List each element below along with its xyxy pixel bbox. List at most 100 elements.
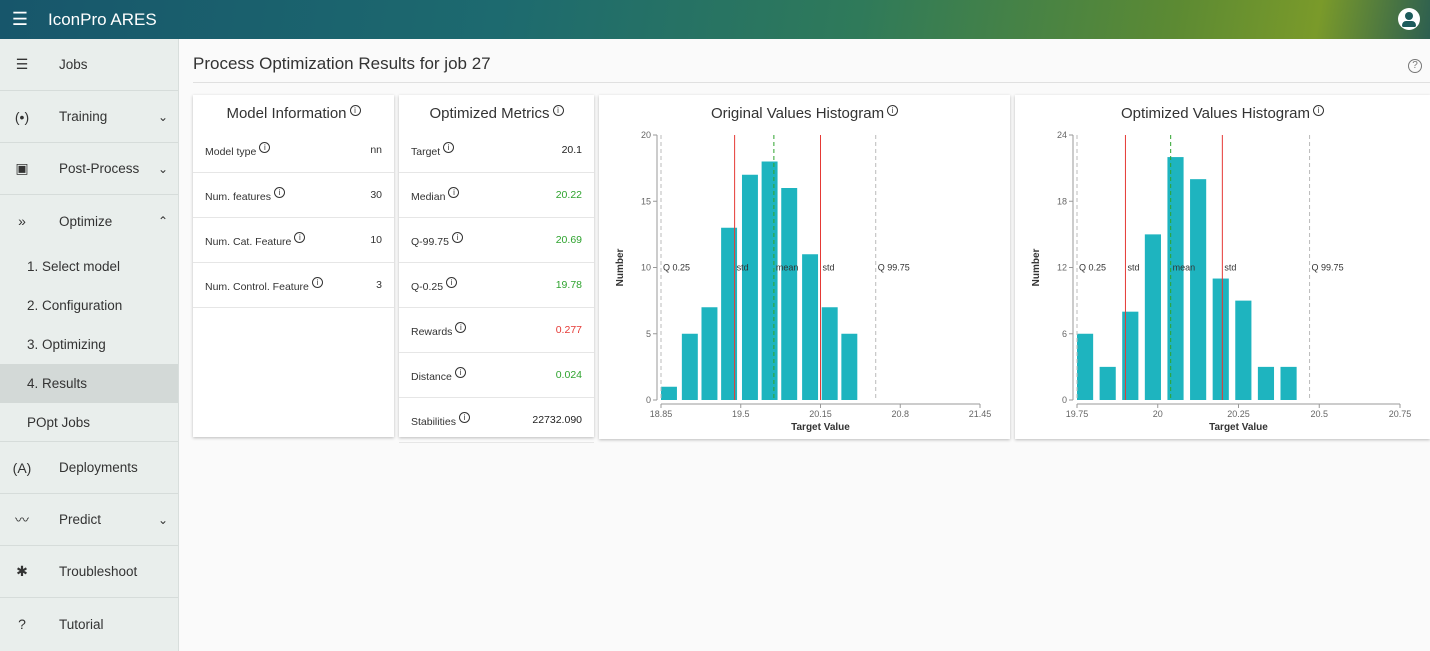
info-row: Median i 20.22 [399, 173, 594, 218]
info-row: Num. features i 30 [193, 173, 394, 218]
chevron-down-icon[interactable]: ⌄ [148, 162, 178, 176]
row-label: Q-0.25 i [411, 277, 458, 293]
info-icon[interactable]: i [451, 232, 463, 243]
y-tick-label: 0 [646, 395, 651, 405]
info-icon[interactable]: i [455, 322, 467, 333]
info-icon[interactable]: i [349, 105, 361, 116]
info-icon[interactable]: i [887, 105, 899, 116]
row-label: Model type i [205, 142, 271, 158]
histogram-bar [821, 307, 838, 400]
info-icon[interactable]: i [1312, 105, 1324, 116]
antenna-icon: (A) [12, 459, 32, 476]
menu-icon[interactable]: ☰ [0, 9, 40, 30]
x-tick-label: 20.75 [1389, 409, 1412, 419]
app-title: IconPro ARES [48, 9, 157, 29]
x-tick-label: 18.85 [650, 409, 673, 419]
card-title: Optimized Values Histogram i [1015, 105, 1430, 122]
row-label-text: Num. Cat. Feature [205, 236, 292, 248]
card-title: Original Values Histogram i [599, 105, 1010, 122]
info-icon[interactable]: i [454, 367, 466, 378]
row-label-text: Num. features [205, 191, 271, 203]
optimized-histogram-card: Optimized Values Histogram i 0 6 12 18 24 19.7… [1015, 95, 1430, 439]
histogram-bar [681, 333, 698, 400]
optimized-metrics-card: Optimized Metrics i Target i 20.1 Median i 20.… [399, 95, 594, 443]
sidebar-item-training[interactable]: (•) Training ⌄ [0, 91, 178, 143]
histogram-bar [1144, 234, 1161, 400]
reference-line-label: std [1127, 263, 1139, 273]
info-icon[interactable]: i [259, 142, 271, 153]
row-value: 20.69 [555, 234, 582, 246]
info-icon[interactable]: i [448, 187, 460, 198]
x-tick-label: 20.15 [809, 409, 832, 419]
sidebar-subitem-configuration[interactable]: 2. Configuration [0, 286, 178, 325]
info-row: Q-99.75 i 20.69 [399, 218, 594, 263]
row-label-text: Stabilities [411, 416, 456, 428]
sidebar-item-label: Troubleshoot [59, 564, 138, 579]
sidebar-subitem-optimizing[interactable]: 3. Optimizing [0, 325, 178, 364]
histogram-bar [1167, 157, 1184, 400]
bug-icon: ✱ [16, 563, 28, 579]
app-bar: ☰ IconPro ARES [0, 0, 1430, 39]
info-icon[interactable]: i [458, 412, 470, 423]
row-label-text: Distance [411, 371, 452, 383]
reference-line-label: std [737, 263, 749, 273]
info-icon[interactable]: i [446, 277, 458, 288]
row-value: 0.277 [555, 324, 582, 336]
histogram-bar [1099, 366, 1116, 400]
x-tick-label: 20.8 [891, 409, 909, 419]
sidebar-item-predict[interactable]: 〰 Predict ⌄ [0, 494, 178, 546]
histogram-bar [1212, 278, 1229, 400]
reference-line-label: Q 0.25 [663, 263, 690, 273]
sidebar-item-optimize[interactable]: » Optimize ⌃ [0, 195, 178, 247]
list-icon: ☰ [15, 56, 29, 72]
card-title-text: Model Information [226, 105, 347, 122]
histogram-bar [1077, 333, 1094, 400]
row-value: 22732.090 [532, 414, 582, 426]
original-histogram-card: Original Values Histogram i 0 5 10 15 20 18.85… [599, 95, 1010, 439]
chevron-down-icon[interactable]: ⌄ [148, 110, 178, 124]
info-row: Model type i nn [193, 128, 394, 173]
y-tick-label: 24 [1057, 130, 1067, 140]
info-icon[interactable]: i [311, 277, 323, 288]
model-info-card: Model Information i Model type i nn Num. fea… [193, 95, 394, 437]
histogram-bar [741, 174, 758, 400]
help-icon[interactable]: ? [1408, 59, 1422, 73]
y-tick-label: 12 [1057, 263, 1067, 273]
sidebar-item-troubleshoot[interactable]: ✱ Troubleshoot [0, 546, 178, 598]
x-tick-label: 20 [1153, 409, 1163, 419]
chart-title: Optimized Values Histogram [1121, 105, 1310, 122]
x-tick-label: 20.5 [1310, 409, 1328, 419]
optimized-histogram-chart: 0 6 12 18 24 19.75 20 20.25 20.5 20.75 Q 0.25 std me… [1031, 130, 1412, 433]
card-title: Optimized Metrics i [399, 105, 594, 122]
row-label: Stabilities i [411, 412, 470, 428]
row-label: Num. Control. Feature i [205, 277, 323, 293]
info-icon[interactable]: i [294, 232, 306, 243]
y-axis-label: Number [615, 249, 626, 287]
x-tick-label: 19.5 [732, 409, 750, 419]
chart-icon: ▣ [15, 160, 29, 176]
sidebar-item-label: Deployments [59, 460, 138, 475]
histogram-bar [841, 333, 858, 400]
sidebar-subitem-results[interactable]: 4. Results [0, 364, 178, 403]
sidebar-item-deployments[interactable]: (A) Deployments [0, 442, 178, 494]
chevron-down-icon[interactable]: ⌄ [148, 513, 178, 527]
row-label: Rewards i [411, 322, 467, 338]
info-icon[interactable]: i [443, 142, 455, 153]
info-icon[interactable]: i [273, 187, 285, 198]
sidebar-item-popt-jobs[interactable]: POpt Jobs [0, 403, 178, 442]
reference-line-label: Q 99.75 [878, 263, 910, 273]
divider [193, 82, 1430, 83]
row-label-text: Target [411, 146, 441, 158]
info-row: Distance i 0.024 [399, 353, 594, 398]
sidebar-item-post-process[interactable]: ▣ Post-Process ⌄ [0, 143, 178, 195]
sidebar-item-tutorial[interactable]: ? Tutorial [0, 598, 178, 650]
chevron-up-icon[interactable]: ⌃ [148, 214, 178, 228]
y-axis-label: Number [1031, 249, 1042, 287]
sidebar-item-jobs[interactable]: ☰ Jobs [0, 39, 178, 91]
row-value: 20.1 [561, 144, 582, 156]
info-icon[interactable]: i [552, 105, 564, 116]
account-icon[interactable] [1398, 8, 1420, 30]
sidebar-subitem-select-model[interactable]: 1. Select model [0, 247, 178, 286]
histogram-bar [1235, 300, 1252, 400]
row-value: nn [370, 144, 382, 156]
